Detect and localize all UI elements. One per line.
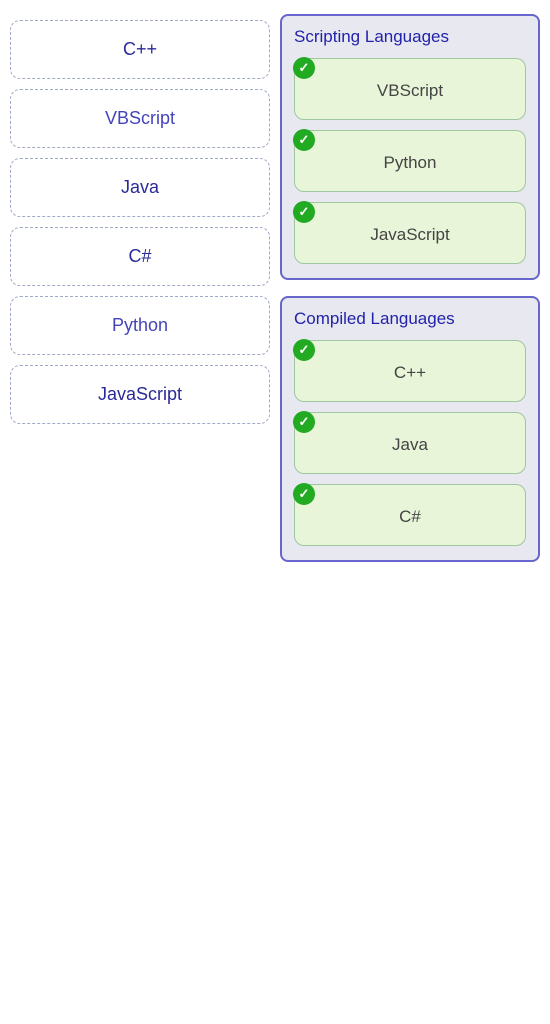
dropped-item-label: JavaScript bbox=[370, 225, 449, 244]
dropped-item-label: C++ bbox=[394, 363, 426, 382]
dropped-item-label: Java bbox=[392, 435, 428, 454]
check-icon: ✓ bbox=[293, 129, 315, 151]
source-item-javascript[interactable]: JavaScript bbox=[10, 365, 270, 424]
check-icon: ✓ bbox=[293, 57, 315, 79]
drop-zone-compiled[interactable]: Compiled Languages ✓ C++ ✓ Java ✓ C# bbox=[280, 296, 540, 562]
source-item-csharp[interactable]: C# bbox=[10, 227, 270, 286]
dropped-item-label: C# bbox=[399, 507, 421, 526]
dropped-item-vbscript: ✓ VBScript bbox=[294, 58, 526, 120]
dropped-item-label: Python bbox=[384, 153, 437, 172]
check-icon: ✓ bbox=[293, 201, 315, 223]
check-icon: ✓ bbox=[293, 411, 315, 433]
drop-zone-container: Scripting Languages ✓ VBScript ✓ Python ✓ Java… bbox=[280, 10, 540, 1014]
drop-zone-items-compiled: ✓ C++ ✓ Java ✓ C# bbox=[294, 340, 526, 546]
drop-zone-scripting[interactable]: Scripting Languages ✓ VBScript ✓ Python ✓ Java… bbox=[280, 14, 540, 280]
drop-zone-items-scripting: ✓ VBScript ✓ Python ✓ JavaScript bbox=[294, 58, 526, 264]
drop-zone-title-compiled: Compiled Languages bbox=[294, 308, 526, 330]
dropped-item-javascript: ✓ JavaScript bbox=[294, 202, 526, 264]
source-item-java[interactable]: Java bbox=[10, 158, 270, 217]
source-item-cpp[interactable]: C++ bbox=[10, 20, 270, 79]
dropped-item-cpp: ✓ C++ bbox=[294, 340, 526, 402]
dropped-item-java: ✓ Java bbox=[294, 412, 526, 474]
dropped-item-label: VBScript bbox=[377, 81, 443, 100]
source-item-vbscript[interactable]: VBScript bbox=[10, 89, 270, 148]
source-list: C++ VBScript Java C# Python JavaScript bbox=[10, 10, 270, 1014]
check-icon: ✓ bbox=[293, 483, 315, 505]
source-item-python[interactable]: Python bbox=[10, 296, 270, 355]
check-icon: ✓ bbox=[293, 339, 315, 361]
dropped-item-csharp: ✓ C# bbox=[294, 484, 526, 546]
dropped-item-python: ✓ Python bbox=[294, 130, 526, 192]
drop-zone-title-scripting: Scripting Languages bbox=[294, 26, 526, 48]
